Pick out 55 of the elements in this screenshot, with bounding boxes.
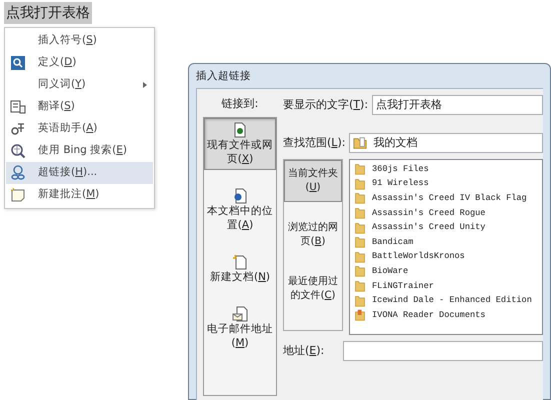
source-button[interactable]: 浏览过的网页(B) — [284, 214, 342, 256]
file-item[interactable]: 360js Files — [350, 162, 542, 177]
window-title: 插入超链接 — [196, 69, 252, 84]
file-item[interactable]: BattleWorldsKronos — [350, 250, 542, 264]
display-text-label: 要显示的文字(T): — [283, 96, 368, 113]
source-button[interactable]: 最近使用过的文件(C) — [284, 268, 342, 310]
source-button[interactable]: 当前文件夹(U) — [284, 160, 342, 202]
file-item[interactable]: 91 Wireless — [350, 176, 542, 192]
look-in-dropdown[interactable]: 我的文档 — [349, 133, 543, 153]
display-text-field[interactable]: 点我打开表格 — [372, 95, 543, 115]
folder-icon — [354, 222, 366, 234]
menu-item[interactable]: 定义(D) — [6, 52, 153, 74]
menu-item[interactable]: 使用 Bing 搜索(E) — [6, 140, 153, 162]
folder-icon — [353, 136, 368, 150]
folder-icon — [354, 192, 366, 204]
menu-item[interactable]: 新建批注(M) — [6, 184, 153, 206]
file-item[interactable]: FLiNGTrainer — [350, 278, 542, 294]
link-type-button[interactable]: 本文档中的位置(A) — [204, 184, 276, 236]
menu-item[interactable]: 英语助手(A) — [6, 118, 153, 140]
file-item[interactable]: Bandicam — [350, 234, 542, 250]
folder-icon — [354, 250, 366, 263]
link-to-label: 链接到: — [220, 96, 260, 112]
document-folder-icon — [354, 309, 366, 322]
file-item[interactable]: Assassin's Creed IV Black Flag — [350, 191, 542, 206]
folder-icon — [354, 236, 366, 248]
comment-note-icon — [10, 187, 26, 203]
address-label: 地址(E): — [283, 342, 326, 359]
folder-icon — [354, 294, 366, 307]
search-icon — [10, 143, 26, 159]
file-item[interactable]: BioWare — [350, 264, 542, 279]
email-document-icon — [232, 306, 248, 322]
book-search-icon — [10, 55, 26, 71]
folder-icon — [354, 280, 366, 292]
file-item[interactable]: IVONA Reader Documents — [350, 308, 542, 323]
folder-icon — [354, 265, 366, 278]
file-item[interactable]: Assassin's Creed Unity — [350, 220, 542, 235]
translate-icon — [10, 99, 26, 115]
menu-item[interactable]: 插入符号(S) — [6, 30, 153, 52]
menu-item[interactable]: 超链接(H)... — [6, 162, 153, 184]
file-item[interactable]: Assassin's Creed Rogue — [350, 206, 542, 220]
folder-icon — [354, 207, 366, 220]
file-item[interactable]: Icewind Dale - Enhanced Edition — [350, 293, 542, 308]
menu-item[interactable]: 同义词(Y) — [6, 74, 153, 96]
address-field[interactable] — [343, 341, 543, 361]
link-type-button[interactable]: 电子邮件地址(M) — [204, 302, 276, 354]
selected-text: 点我打开表格 — [4, 2, 92, 24]
submenu-arrow-icon — [143, 82, 147, 88]
link-type-button[interactable]: 现有文件或网页(X) — [204, 118, 276, 170]
look-in-label: 查找范围(L): — [283, 134, 346, 151]
link-type-button[interactable]: 新建文档(N) — [204, 250, 276, 288]
folder-icon — [354, 178, 366, 190]
menu-item[interactable]: 翻译(S) — [6, 96, 153, 118]
link-icon — [10, 165, 26, 181]
new-document-icon — [232, 254, 248, 270]
folder-icon — [354, 163, 366, 176]
